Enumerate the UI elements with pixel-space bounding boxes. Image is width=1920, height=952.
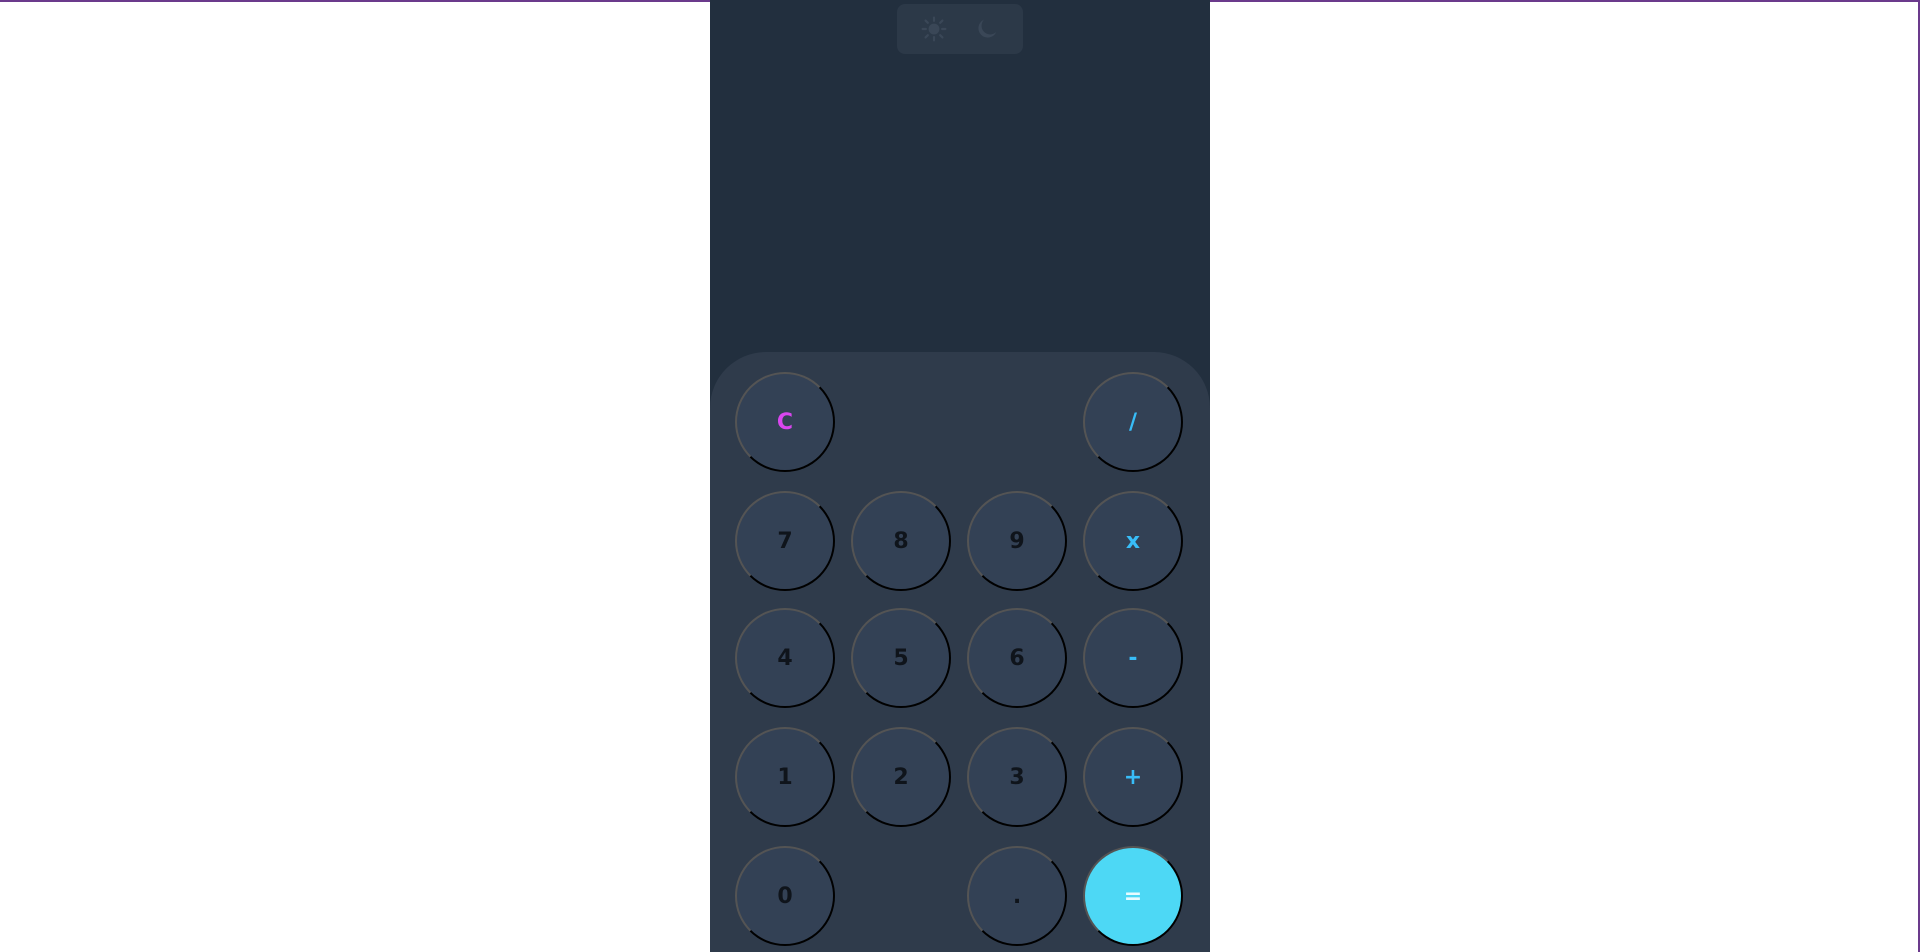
- sun-icon[interactable]: [919, 14, 949, 44]
- digit-5-button[interactable]: 5: [851, 608, 951, 708]
- theme-toggle[interactable]: [897, 4, 1023, 54]
- digit-1-button[interactable]: 1: [735, 727, 835, 827]
- calculator: C / 7 8 9 x 4 5 6 - 1 2 3 + 0 . =: [710, 0, 1210, 952]
- calculator-display: [710, 60, 1210, 350]
- decimal-button[interactable]: .: [967, 846, 1067, 946]
- clear-button[interactable]: C: [735, 372, 835, 472]
- equals-button[interactable]: =: [1083, 846, 1183, 946]
- digit-3-button[interactable]: 3: [967, 727, 1067, 827]
- divide-button[interactable]: /: [1083, 372, 1183, 472]
- multiply-button[interactable]: x: [1083, 491, 1183, 591]
- digit-2-button[interactable]: 2: [851, 727, 951, 827]
- digit-9-button[interactable]: 9: [967, 491, 1067, 591]
- add-button[interactable]: +: [1083, 727, 1183, 827]
- digit-4-button[interactable]: 4: [735, 608, 835, 708]
- moon-icon[interactable]: [972, 14, 1002, 44]
- digit-0-button[interactable]: 0: [735, 846, 835, 946]
- digit-7-button[interactable]: 7: [735, 491, 835, 591]
- digit-6-button[interactable]: 6: [967, 608, 1067, 708]
- digit-8-button[interactable]: 8: [851, 491, 951, 591]
- keypad: C / 7 8 9 x 4 5 6 - 1 2 3 + 0 . =: [710, 352, 1210, 952]
- subtract-button[interactable]: -: [1083, 608, 1183, 708]
